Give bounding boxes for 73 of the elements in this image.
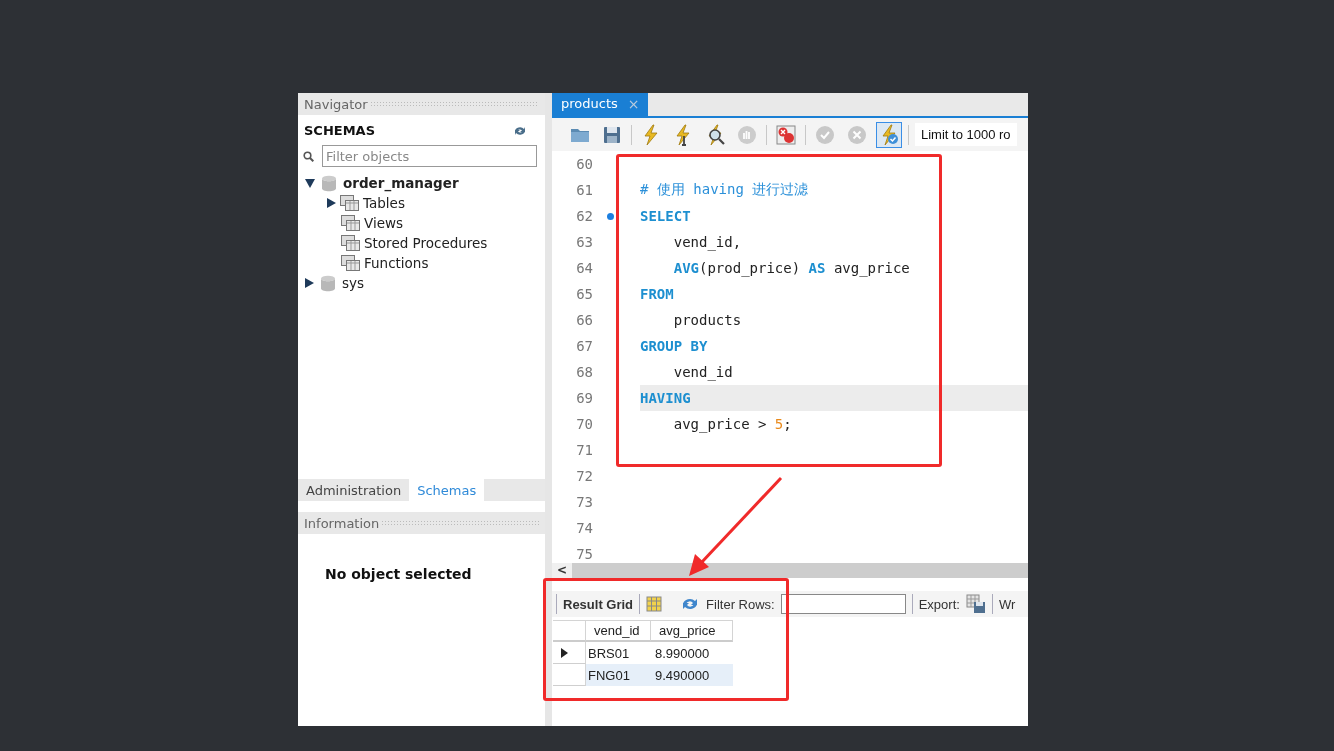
- statement-marker-icon: [607, 212, 614, 220]
- filter-label: Filter Rows:: [706, 596, 775, 612]
- code-token: ;: [783, 416, 792, 432]
- export-icon[interactable]: [965, 594, 986, 614]
- code-token: AVG: [672, 260, 699, 276]
- refresh-icon[interactable]: [513, 124, 527, 137]
- line-number: 68: [575, 364, 593, 380]
- table-folder-icon: [341, 215, 360, 231]
- tab[interactable]: Administration: [298, 479, 410, 501]
- export-label: Export:: [918, 596, 960, 612]
- line-number: 71: [575, 442, 593, 458]
- code-token: vend_id,: [672, 234, 742, 250]
- editor-tab[interactable]: products ×: [552, 93, 648, 116]
- tab[interactable]: Schemas: [409, 479, 485, 501]
- line-number: 65: [575, 286, 593, 302]
- line-number: 62: [575, 208, 593, 224]
- code-token: vend_id: [672, 364, 733, 380]
- panel-title: Information: [304, 515, 380, 531]
- line-number: 69: [575, 390, 593, 406]
- schema-name[interactable]: sys: [342, 275, 365, 291]
- line-number: 67: [575, 338, 593, 354]
- tree-item[interactable]: Tables: [363, 195, 405, 211]
- column-grid-icon[interactable]: [646, 596, 663, 612]
- line-number: 73: [575, 494, 593, 510]
- code-token: AS: [808, 260, 826, 276]
- filter-rows-field[interactable]: [780, 594, 906, 614]
- table-folder-icon: [341, 235, 360, 251]
- line-number: 75: [575, 546, 593, 562]
- horizontal-scrollbar[interactable]: <: [552, 563, 1028, 578]
- info-message: No object selected: [324, 565, 473, 584]
- wrap-label[interactable]: Wr: [998, 596, 1016, 612]
- row-header-cell[interactable]: [553, 664, 586, 686]
- code-token: SELECT: [640, 208, 691, 224]
- search-icon: [303, 150, 314, 162]
- code-token: GROUP BY: [640, 338, 708, 354]
- scroll-left-button[interactable]: <: [552, 563, 572, 578]
- code-token: HAVING: [640, 390, 691, 406]
- line-number: 64: [575, 260, 593, 276]
- tree-item[interactable]: Stored Procedures: [364, 235, 488, 251]
- line-number: 63: [575, 234, 593, 250]
- panel-title: Navigator: [304, 96, 368, 112]
- section-title: SCHEMAS: [304, 123, 376, 138]
- tree-item[interactable]: Views: [364, 215, 404, 231]
- code-token: # 使用 having 进行过滤: [640, 181, 809, 199]
- column-header[interactable]: vend_id: [586, 620, 651, 642]
- result-grid-tab[interactable]: Result Grid: [563, 596, 634, 612]
- code-token: (prod_price): [699, 260, 802, 276]
- code-token: avg_price >: [672, 416, 768, 432]
- table-folder-icon: [341, 255, 360, 271]
- table-folder-icon: [340, 195, 359, 211]
- tree-item[interactable]: Functions: [364, 255, 429, 271]
- code-token: products: [672, 312, 742, 328]
- line-number: 72: [575, 468, 593, 484]
- schema-name[interactable]: order_manager: [343, 175, 459, 191]
- line-number: 66: [575, 312, 593, 328]
- line-number: 74: [575, 520, 593, 536]
- lightning-check-icon[interactable]: [876, 121, 902, 148]
- filter-field[interactable]: Filter objects: [322, 145, 537, 167]
- column-header[interactable]: avg_price: [651, 620, 733, 642]
- line-number: 61: [575, 182, 593, 198]
- current-row-icon: [561, 647, 568, 658]
- code-token: FROM: [640, 286, 674, 302]
- table-cell: 9.490000: [651, 664, 733, 686]
- limit-select[interactable]: Limit to 1000 ro: [915, 123, 1017, 146]
- line-number: 60: [575, 156, 593, 172]
- row-header-cell[interactable]: [553, 642, 586, 664]
- line-number: 70: [575, 416, 593, 432]
- database-icon: [320, 274, 336, 292]
- code-token: avg_price: [832, 260, 910, 276]
- corner-cell[interactable]: [553, 620, 586, 642]
- database-icon: [321, 174, 337, 192]
- code-token: 5: [774, 416, 784, 432]
- table-cell: FNG01: [586, 664, 651, 686]
